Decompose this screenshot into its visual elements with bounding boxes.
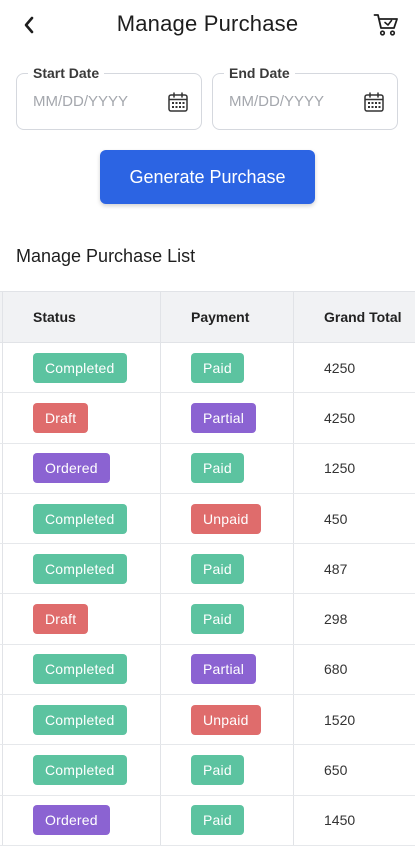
payment-badge: Unpaid [191, 503, 261, 534]
payment-cell: Partial [161, 393, 294, 443]
table-row[interactable]: Draft Partial 4250 [0, 393, 415, 444]
status-cell: Ordered [3, 795, 161, 845]
payment-cell: Partial [161, 644, 294, 695]
table-header: Status Payment Grand Total [0, 292, 415, 343]
page-title: Manage Purchase [116, 11, 299, 36]
payment-cell: Paid [161, 343, 294, 393]
cart-button[interactable] [371, 10, 401, 40]
status-badge: Draft [33, 402, 89, 433]
status-cell: Completed [3, 544, 161, 594]
calendar-icon[interactable] [167, 91, 189, 113]
status-badge: Completed [33, 352, 127, 383]
status-badge: Completed [33, 755, 127, 786]
status-badge: Completed [33, 553, 127, 584]
table-row[interactable]: Completed Unpaid 450 [0, 493, 415, 545]
grand-total-cell: 680 [324, 661, 348, 678]
payment-badge: Paid [191, 352, 244, 383]
table-row[interactable]: Completed Paid 4250 [0, 343, 415, 394]
payment-badge: Unpaid [191, 704, 261, 735]
payment-cell: Paid [161, 795, 294, 845]
grand-total-cell: 1250 [324, 460, 356, 477]
status-cell: Draft [3, 594, 161, 644]
grand-total-cell: 650 [324, 762, 348, 779]
table-row[interactable]: Ordered Paid 1450 [0, 795, 415, 846]
status-cell: Completed [3, 695, 161, 745]
start-date-label: Start Date [28, 64, 105, 82]
table-row[interactable]: Draft Paid 298 [0, 594, 415, 645]
status-cell: Draft [3, 393, 161, 443]
grand-total-cell: 4250 [324, 359, 356, 376]
payment-cell: Paid [161, 594, 294, 644]
payment-cell: Unpaid [161, 695, 294, 745]
status-cell: Completed [3, 343, 161, 393]
grand-total-cell: 1520 [324, 711, 356, 728]
status-cell: Completed [3, 493, 161, 544]
grand-total-cell: 487 [324, 560, 348, 577]
table-row[interactable]: Completed Paid 650 [0, 745, 415, 796]
grand-total-cell: 1450 [324, 812, 356, 829]
payment-cell: Paid [161, 745, 294, 795]
payment-badge: Partial [191, 402, 257, 433]
table-row[interactable]: Completed Paid 487 [0, 544, 415, 595]
table-row[interactable]: Completed Unpaid 1520 [0, 695, 415, 746]
cart-icon [373, 14, 398, 36]
payment-cell: Paid [161, 443, 294, 493]
status-badge: Completed [33, 704, 127, 735]
start-date-field[interactable]: Start Date [16, 64, 202, 130]
payment-badge: Paid [191, 604, 244, 635]
column-header-status[interactable]: Status [3, 292, 161, 342]
payment-cell: Unpaid [161, 493, 294, 544]
end-date-field[interactable]: End Date [212, 64, 398, 130]
table-body: Completed Paid 4250 Draft Partial 4250 Ordered… [0, 343, 415, 846]
start-date-input[interactable] [33, 93, 158, 110]
status-cell: Ordered [3, 443, 161, 493]
grand-total-cell: 450 [324, 510, 348, 527]
payment-badge: Partial [191, 654, 257, 685]
status-badge: Completed [33, 503, 127, 534]
payment-badge: Paid [191, 453, 244, 484]
status-cell: Completed [3, 644, 161, 695]
grand-total-cell: 298 [324, 611, 348, 628]
status-cell: Completed [3, 745, 161, 795]
purchase-table: Status Payment Grand Total Completed Paid… [0, 291, 415, 846]
status-badge: Ordered [33, 453, 110, 484]
generate-purchase-button[interactable]: Generate Purchase [100, 150, 315, 204]
end-date-label: End Date [224, 64, 295, 82]
table-row[interactable]: Ordered Paid 1250 [0, 443, 415, 494]
grand-total-cell: 4250 [324, 409, 356, 426]
calendar-icon[interactable] [363, 91, 385, 113]
end-date-input[interactable] [229, 93, 354, 110]
payment-cell: Paid [161, 544, 294, 594]
list-title: Manage Purchase List [16, 246, 196, 266]
app-header: Manage Purchase [0, 0, 415, 52]
column-header-grand-total[interactable]: Grand Total [294, 292, 415, 342]
column-header-payment[interactable]: Payment [161, 292, 294, 342]
status-badge: Draft [33, 604, 89, 635]
payment-badge: Paid [191, 553, 244, 584]
payment-badge: Paid [191, 755, 244, 786]
status-badge: Ordered [33, 805, 110, 836]
table-row[interactable]: Completed Partial 680 [0, 644, 415, 696]
status-badge: Completed [33, 654, 127, 685]
payment-badge: Paid [191, 805, 244, 836]
